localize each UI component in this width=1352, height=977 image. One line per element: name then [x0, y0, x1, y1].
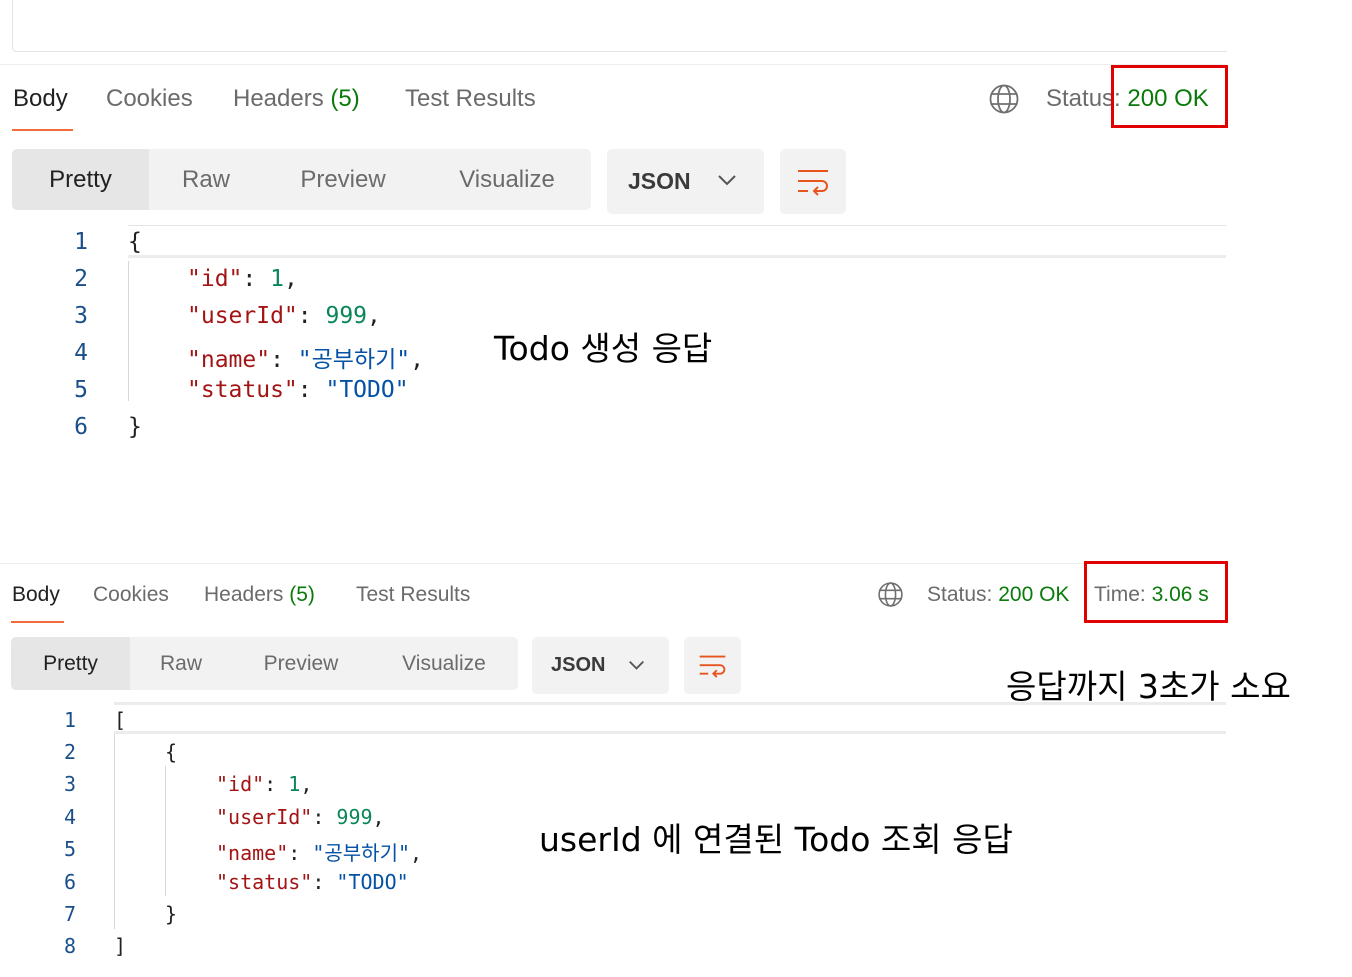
- json-string: "TODO": [325, 377, 409, 403]
- line-number: 2: [63, 740, 76, 764]
- annotation-response-time: 응답까지 3초가 소요: [1006, 667, 1291, 706]
- tab-test-results[interactable]: Test Results: [356, 583, 470, 607]
- tab-test-results[interactable]: Test Results: [405, 85, 536, 113]
- tab-headers-label: Headers: [204, 583, 284, 606]
- indent-guide: [128, 261, 129, 401]
- status-value: 200 OK: [998, 583, 1070, 606]
- format-dropdown[interactable]: JSON: [607, 149, 764, 214]
- response-panel-bottom: Body Cookies Headers (5) Test Results St…: [0, 563, 1226, 977]
- response-panel-top: Body Cookies Headers (5) Test Results St…: [0, 64, 1226, 465]
- tab-cookies[interactable]: Cookies: [93, 583, 169, 607]
- line-number: 6: [63, 870, 76, 894]
- format-dropdown[interactable]: JSON: [532, 637, 669, 694]
- json-line: {: [128, 229, 142, 255]
- response-tabs: Body Cookies Headers (5) Test Results St…: [0, 564, 1226, 626]
- json-number: 1: [270, 266, 284, 292]
- view-mode-selector: Pretty Raw Preview Visualize: [11, 637, 518, 690]
- tab-cookies[interactable]: Cookies: [106, 85, 193, 113]
- view-mode-visualize[interactable]: Visualize: [423, 149, 591, 210]
- line-number: 7: [63, 902, 76, 926]
- json-key: "name": [187, 347, 271, 373]
- status-highlight-box: [1111, 65, 1228, 128]
- wrap-lines-icon: [699, 655, 726, 678]
- json-key: "id": [216, 772, 265, 796]
- time-highlight-box: [1084, 561, 1228, 623]
- tab-headers[interactable]: Headers (5): [233, 85, 360, 113]
- line-number: 5: [74, 377, 88, 403]
- status-label: Status:: [927, 583, 993, 606]
- json-line: "status": "TODO": [216, 870, 409, 894]
- headers-count: (5): [289, 583, 315, 606]
- json-line: }: [128, 414, 142, 440]
- json-line: "userId": 999,: [216, 805, 385, 829]
- json-key: "userId": [187, 303, 298, 329]
- indent-guide: [114, 734, 115, 929]
- json-string: "공부하기": [297, 347, 411, 373]
- format-label: JSON: [628, 168, 691, 194]
- line-number: 1: [63, 708, 76, 732]
- json-line: "id": 1,: [216, 772, 313, 796]
- json-line: "name": "공부하기",: [216, 841, 423, 865]
- status-indicator[interactable]: Status: 200 OK: [927, 583, 1069, 607]
- line-number: 3: [74, 303, 88, 329]
- wrap-lines-icon: [798, 169, 828, 196]
- json-line: [: [114, 708, 127, 732]
- view-mode-pretty[interactable]: Pretty: [11, 637, 130, 690]
- active-tab-underline: [12, 129, 73, 131]
- line-number: 1: [74, 229, 88, 255]
- globe-icon[interactable]: [877, 581, 904, 608]
- url-bar[interactable]: [12, 0, 1227, 52]
- json-key: "status": [187, 377, 298, 403]
- json-number: 1: [288, 772, 301, 796]
- status-label: Status:: [1046, 85, 1121, 112]
- view-mode-selector: Pretty Raw Preview Visualize: [12, 149, 591, 210]
- globe-icon[interactable]: [988, 83, 1020, 115]
- line-number: 2: [74, 266, 88, 292]
- active-tab-underline: [11, 621, 64, 623]
- wrap-lines-button[interactable]: [780, 149, 846, 214]
- json-number: 999: [336, 805, 373, 829]
- view-mode-raw[interactable]: Raw: [149, 149, 263, 210]
- json-line: "id": 1,: [187, 266, 298, 292]
- json-key: "status": [216, 870, 313, 894]
- json-line: {: [165, 740, 178, 764]
- view-mode-raw[interactable]: Raw: [130, 637, 232, 690]
- line-number: 6: [74, 414, 88, 440]
- json-line: ]: [114, 934, 127, 958]
- json-number: 999: [325, 303, 368, 329]
- tab-headers-label: Headers: [233, 85, 324, 112]
- json-line: "name": "공부하기",: [187, 347, 424, 373]
- indent-guide: [165, 766, 166, 896]
- chevron-down-icon: [629, 660, 644, 670]
- view-mode-pretty[interactable]: Pretty: [12, 149, 149, 210]
- annotation-lookup-response: userId 에 연결된 Todo 조회 응답: [539, 820, 1013, 859]
- tab-body[interactable]: Body: [13, 85, 68, 113]
- response-tabs: Body Cookies Headers (5) Test Results St…: [0, 65, 1226, 133]
- view-mode-preview[interactable]: Preview: [263, 149, 423, 210]
- wrap-lines-button[interactable]: [684, 637, 741, 694]
- headers-count: (5): [330, 85, 360, 112]
- tab-body[interactable]: Body: [12, 583, 60, 607]
- json-line: "userId": 999,: [187, 303, 381, 329]
- json-key: "userId": [216, 805, 313, 829]
- json-line: "status": "TODO": [187, 377, 409, 403]
- json-string: "TODO": [336, 870, 409, 894]
- annotation-create-response: Todo 생성 응답: [494, 329, 713, 368]
- json-line: }: [165, 902, 178, 926]
- line-number: 5: [63, 837, 76, 861]
- tab-headers[interactable]: Headers (5): [204, 583, 315, 607]
- json-key: "id": [187, 266, 243, 292]
- json-key: "name": [216, 841, 289, 865]
- json-string: "공부하기": [312, 841, 411, 865]
- line-number: 3: [63, 772, 76, 796]
- line-number: 4: [74, 340, 88, 366]
- view-mode-visualize[interactable]: Visualize: [370, 637, 518, 690]
- view-mode-preview[interactable]: Preview: [232, 637, 370, 690]
- chevron-down-icon: [718, 175, 736, 186]
- format-label: JSON: [551, 654, 606, 676]
- line-number: 4: [63, 805, 76, 829]
- line-number: 8: [63, 934, 76, 958]
